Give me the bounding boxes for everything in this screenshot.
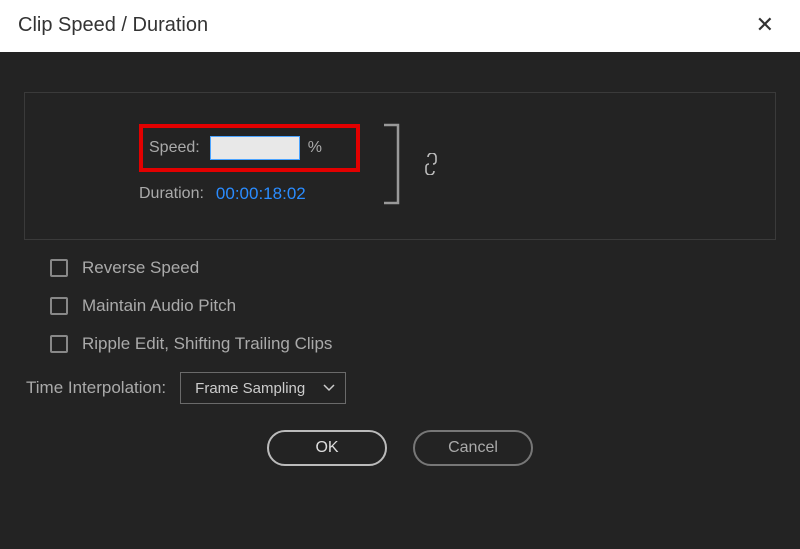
link-bracket-group [380, 119, 440, 209]
ripple-edit-label: Ripple Edit, Shifting Trailing Clips [82, 334, 332, 354]
time-interpolation-select[interactable]: Frame Sampling [180, 372, 346, 404]
options-group: Reverse Speed Maintain Audio Pitch Rippl… [50, 258, 776, 354]
ripple-edit-checkbox[interactable]: Ripple Edit, Shifting Trailing Clips [50, 334, 776, 354]
speed-row-highlight: Speed: % [139, 124, 360, 172]
maintain-pitch-label: Maintain Audio Pitch [82, 296, 236, 316]
checkbox-box-icon [50, 335, 68, 353]
dialog-body: Speed: % Duration: 00:00:18:02 [0, 52, 800, 549]
duration-label: Duration: [139, 185, 204, 203]
chevron-down-icon [323, 384, 335, 392]
dialog-buttons: OK Cancel [24, 430, 776, 466]
checkbox-box-icon [50, 297, 68, 315]
speed-input[interactable] [210, 136, 300, 160]
speed-unit: % [308, 139, 322, 157]
reverse-speed-checkbox[interactable]: Reverse Speed [50, 258, 776, 278]
checkbox-box-icon [50, 259, 68, 277]
close-icon[interactable]: ✕ [748, 8, 782, 42]
time-interpolation-row: Time Interpolation: Frame Sampling [26, 372, 776, 404]
link-toggle-icon[interactable] [422, 153, 440, 175]
time-interpolation-selected: Frame Sampling [195, 380, 305, 397]
ok-button[interactable]: OK [267, 430, 387, 466]
cancel-button[interactable]: Cancel [413, 430, 533, 466]
title-bar: Clip Speed / Duration ✕ [0, 0, 800, 52]
bracket-icon [380, 119, 408, 209]
reverse-speed-label: Reverse Speed [82, 258, 199, 278]
duration-value[interactable]: 00:00:18:02 [216, 184, 306, 204]
maintain-pitch-checkbox[interactable]: Maintain Audio Pitch [50, 296, 776, 316]
speed-label: Speed: [149, 139, 200, 157]
ok-button-label: OK [315, 439, 338, 457]
speed-duration-panel: Speed: % Duration: 00:00:18:02 [24, 92, 776, 240]
time-interpolation-label: Time Interpolation: [26, 378, 166, 398]
dialog-title: Clip Speed / Duration [18, 14, 208, 37]
duration-row: Duration: 00:00:18:02 [139, 184, 360, 204]
cancel-button-label: Cancel [448, 439, 498, 457]
